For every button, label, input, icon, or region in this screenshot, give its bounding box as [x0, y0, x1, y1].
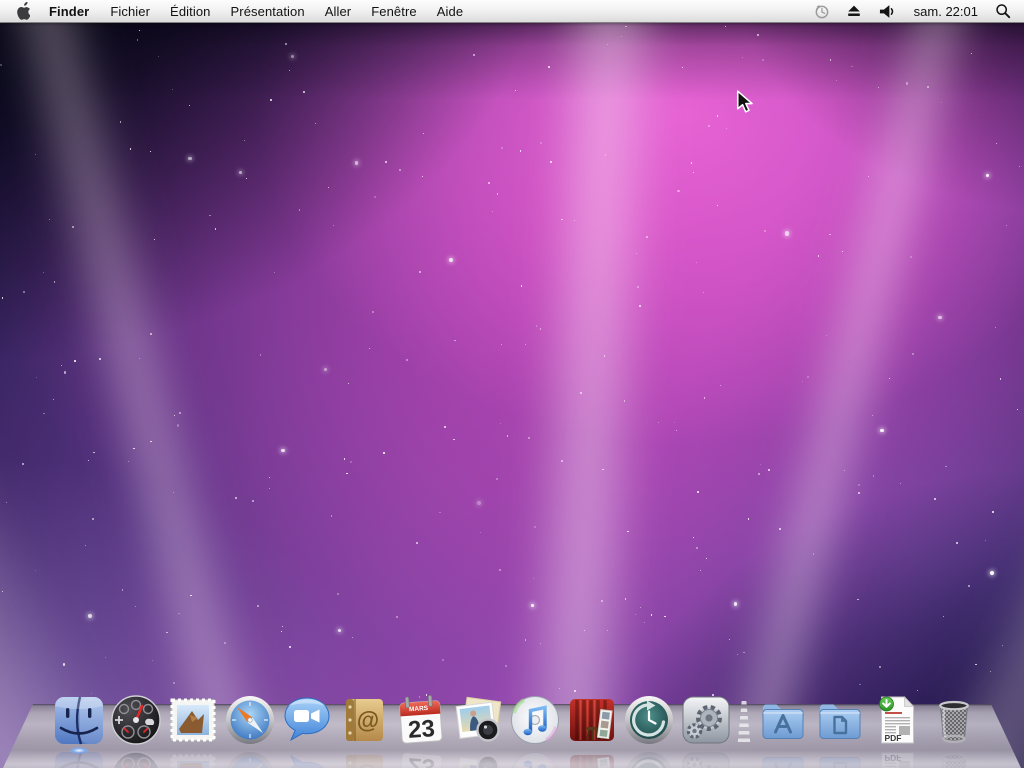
address-book-icon[interactable]: @ @ — [335, 693, 392, 747]
documents-folder-icon[interactable] — [811, 693, 868, 747]
dashboard-icon[interactable] — [107, 693, 164, 747]
svg-text:PDF: PDF — [884, 733, 901, 743]
dock-divider — [734, 693, 754, 747]
time-machine-menu-icon[interactable] — [805, 0, 838, 22]
spotlight-icon[interactable] — [987, 0, 1024, 22]
time-machine-icon[interactable] — [620, 693, 677, 747]
photo-booth-icon[interactable] — [563, 693, 620, 747]
pdf-document-icon[interactable]: PDF PDF — [868, 693, 925, 747]
menu-bar-left: Finder Fichier Édition Présentation Alle… — [0, 0, 473, 22]
desktop-screen: Finder Fichier Édition Présentation Alle… — [0, 0, 1024, 768]
iphoto-icon[interactable] — [449, 693, 506, 747]
svg-text:MARS: MARS — [408, 705, 428, 713]
menu-fenetre[interactable]: Fenêtre — [361, 0, 427, 22]
trash-icon[interactable] — [925, 693, 982, 747]
svg-text:23: 23 — [407, 715, 436, 744]
apple-icon — [15, 2, 30, 21]
safari-icon[interactable] — [221, 693, 278, 747]
menu-finder[interactable]: Finder — [38, 0, 100, 22]
ichat-icon[interactable] — [278, 693, 335, 747]
dock-items: @ @ MARS 23 — [50, 693, 982, 747]
menu-fichier[interactable]: Fichier — [100, 0, 160, 22]
starfield — [0, 0, 1024, 768]
svg-text:@: @ — [356, 707, 378, 733]
apple-menu[interactable] — [6, 0, 38, 22]
system-preferences-icon[interactable] — [677, 693, 734, 747]
itunes-icon[interactable] — [506, 693, 563, 747]
menu-edition[interactable]: Édition — [160, 0, 220, 22]
ical-icon[interactable]: MARS 23 MARS 23 — [392, 693, 449, 747]
menu-presentation[interactable]: Présentation — [221, 0, 315, 22]
mail-icon[interactable] — [164, 693, 221, 747]
finder-icon[interactable] — [50, 693, 107, 747]
eject-icon[interactable] — [838, 0, 870, 22]
menu-bar-status: sam. 22:01 — [805, 0, 1024, 22]
menu-aide[interactable]: Aide — [427, 0, 473, 22]
applications-folder-icon[interactable] — [754, 693, 811, 747]
menu-aller[interactable]: Aller — [315, 0, 362, 22]
desktop-wallpaper — [0, 0, 1024, 768]
menu-bar: Finder Fichier Édition Présentation Alle… — [0, 0, 1024, 23]
dock: @ @ MARS 23 — [0, 688, 1024, 768]
mouse-cursor — [735, 90, 755, 113]
menu-bar-clock[interactable]: sam. 22:01 — [905, 0, 987, 22]
volume-icon[interactable] — [870, 0, 905, 22]
